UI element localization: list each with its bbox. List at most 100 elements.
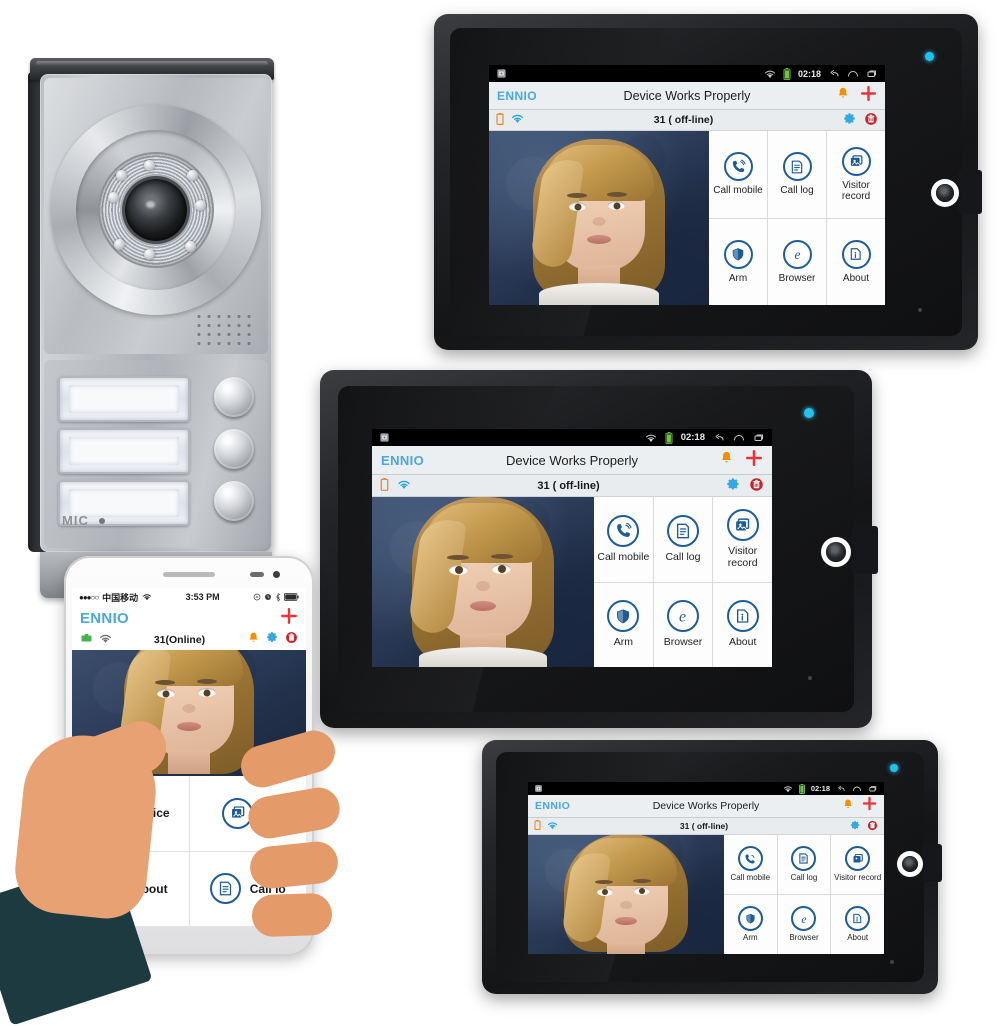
tile-call-log[interactable]: Call log — [768, 131, 826, 218]
camera-lens-icon[interactable] — [826, 542, 846, 562]
plus-icon[interactable] — [862, 796, 877, 816]
status-bar-time: 02:18 — [797, 68, 821, 79]
call-button[interactable] — [214, 429, 254, 469]
page-title: Device Works Properly — [652, 800, 760, 812]
phone-tile-device[interactable]: Device — [72, 776, 189, 851]
call-button[interactable] — [214, 377, 254, 417]
phone-tile-visitor-record[interactable]: Vi — [189, 776, 306, 851]
eye — [569, 202, 586, 211]
tile-call-mobile[interactable]: Call mobile — [709, 131, 767, 218]
tile-visitor-record[interactable]: Visitor record — [827, 131, 885, 218]
monitor-screen-3[interactable]: 02:18 ENNIO Device Works Properly 31 (o… — [528, 782, 884, 954]
trash-icon[interactable] — [285, 631, 298, 649]
call-button-row — [58, 376, 254, 422]
tile-call-mobile[interactable]: Call mobile — [724, 835, 777, 894]
front-camera-icon — [273, 571, 280, 578]
phone-tile-label: Device — [130, 806, 170, 821]
tile-about[interactable]: About — [827, 218, 885, 305]
trash-icon[interactable] — [864, 112, 878, 129]
door-station-button-panel: MIC — [44, 360, 268, 548]
plus-icon[interactable] — [745, 449, 763, 472]
tile-call-log[interactable]: Call log — [777, 835, 831, 894]
live-video-feed[interactable] — [489, 131, 709, 305]
home-icon[interactable] — [852, 785, 862, 793]
tile-call-log[interactable]: Call log — [653, 497, 713, 582]
tile-browser[interactable]: e Browser — [777, 895, 831, 954]
bell-icon[interactable] — [842, 797, 854, 815]
eyebrow — [595, 880, 613, 884]
phone-tile-call-log[interactable]: Call lo — [189, 851, 306, 926]
bell-icon[interactable] — [719, 450, 734, 470]
plus-icon[interactable] — [860, 85, 877, 107]
browser-icon: e — [791, 906, 817, 932]
tile-label: Arm — [613, 636, 633, 649]
gear-icon[interactable] — [726, 477, 741, 495]
phone-function-grid: Device Vi About Call lo — [72, 776, 306, 926]
app-notification-icon — [496, 68, 507, 79]
app-notification-icon — [379, 432, 390, 443]
gear-icon[interactable] — [843, 112, 857, 129]
gear-icon[interactable] — [850, 820, 861, 833]
camera-lens-icon — [100, 154, 212, 266]
call-button[interactable] — [214, 481, 254, 521]
app-bar: ENNIO Device Works Properly — [489, 82, 885, 110]
lips — [615, 917, 637, 925]
neck — [168, 750, 210, 774]
tile-about[interactable]: About — [713, 582, 772, 667]
monitor-screen-1[interactable]: 02:18 ENNIO Device Works Properly 31 (o… — [489, 65, 885, 305]
back-icon[interactable] — [713, 433, 725, 443]
alarm-icon — [264, 594, 271, 600]
phone-screen[interactable]: ●●●○○ 中国移动 3:53 PM ENNIO 31(Online) Devi… — [72, 588, 306, 926]
bell-icon[interactable] — [247, 631, 260, 649]
bell-icon[interactable] — [836, 86, 850, 105]
mic-label: MIC — [62, 513, 89, 528]
tile-arm[interactable]: Arm — [594, 582, 653, 667]
visitor-record-icon — [222, 797, 254, 829]
camera-lens-icon[interactable] — [902, 856, 918, 872]
door-station-camera-panel — [44, 78, 268, 354]
ir-led — [108, 192, 119, 203]
recents-icon[interactable] — [866, 69, 878, 79]
device-status-label: 31 ( off-line) — [537, 479, 600, 492]
earpiece-speaker — [163, 572, 215, 577]
trash-icon[interactable] — [749, 477, 764, 495]
tile-label: About — [847, 933, 869, 943]
recents-icon[interactable] — [753, 433, 765, 443]
arm-shield-icon — [723, 239, 753, 269]
tile-arm[interactable]: Arm — [709, 218, 767, 305]
home-icon[interactable] — [733, 433, 745, 443]
phone-tile-about[interactable]: About — [72, 851, 189, 926]
tile-visitor-record[interactable]: Visitor record — [713, 497, 772, 582]
device-status-label: 31(Online) — [153, 634, 206, 646]
visitor-record-icon — [845, 846, 871, 872]
phone-live-video-feed[interactable] — [72, 650, 306, 776]
status-bar-time: 02:18 — [680, 432, 705, 443]
tile-about[interactable]: About — [831, 895, 884, 954]
tile-browser[interactable]: e Browser — [653, 582, 713, 667]
recents-icon[interactable] — [868, 785, 878, 793]
live-video-feed[interactable] — [372, 497, 594, 667]
home-icon[interactable] — [847, 69, 859, 79]
arm-shield-icon — [607, 600, 640, 633]
call-mobile-icon — [737, 846, 763, 872]
eyebrow — [155, 680, 175, 685]
tile-label: Visitor record — [834, 873, 882, 883]
live-video-feed[interactable] — [528, 835, 724, 954]
phone-status-bar: ●●●○○ 中国移动 3:53 PM — [72, 588, 306, 606]
device-icon — [80, 631, 93, 649]
tile-browser[interactable]: e Browser — [768, 218, 826, 305]
call-log-icon — [782, 152, 812, 182]
gear-icon[interactable] — [266, 631, 279, 649]
trash-icon[interactable] — [867, 820, 878, 833]
back-icon[interactable] — [828, 69, 840, 79]
camera-lens-icon[interactable] — [936, 184, 954, 202]
tile-visitor-record[interactable]: Visitor record — [831, 835, 884, 894]
tile-arm[interactable]: Arm — [724, 895, 777, 954]
monitor-screen-2[interactable]: 02:18 ENNIO Device Works Properly 31 (o… — [372, 429, 772, 667]
tile-call-mobile[interactable]: Call mobile — [594, 497, 653, 582]
product-composite: MIC 02:18 ENNIO Device Works Properly 31… — [0, 0, 1000, 1026]
rotation-lock-icon — [253, 593, 261, 601]
back-icon[interactable] — [836, 785, 846, 793]
plus-icon[interactable] — [280, 607, 298, 630]
tile-label: Call mobile — [730, 873, 771, 883]
